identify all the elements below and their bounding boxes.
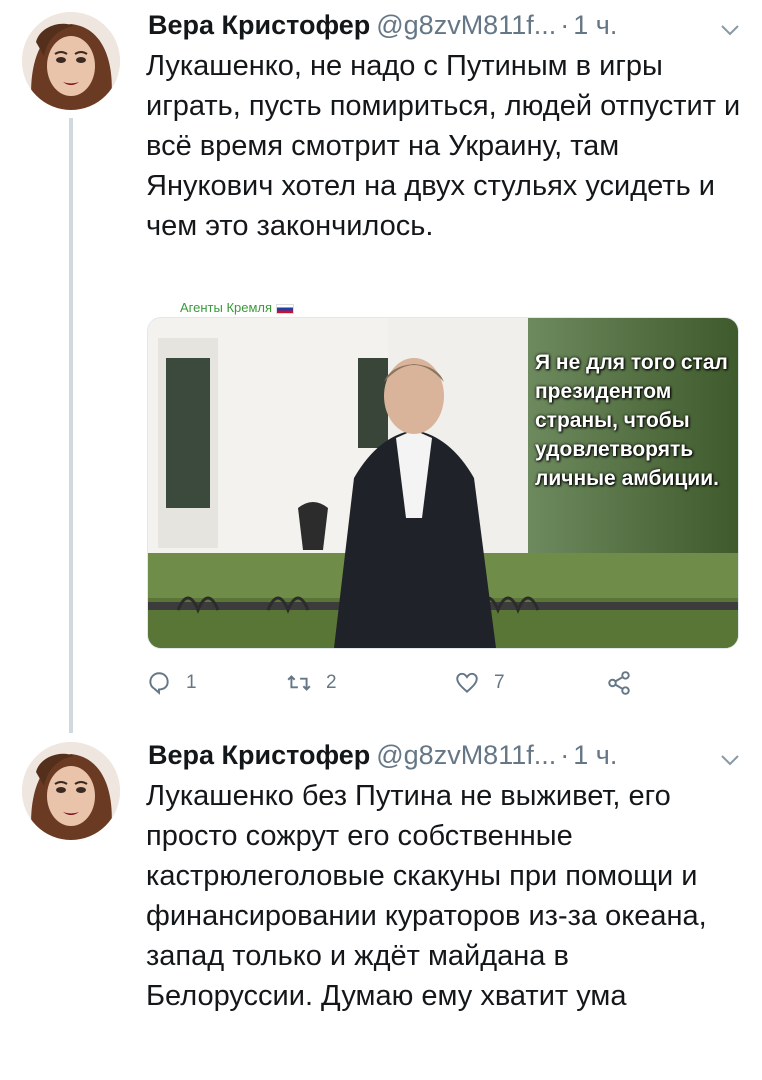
tweet-media-image[interactable]: Я не для того стал президентом страны, ч…	[147, 317, 739, 649]
tweet-header: Вера Кристофер @g8zvM811f... · 1 ч.	[148, 10, 617, 50]
retweet-button[interactable]: 2	[286, 665, 337, 701]
avatar-portrait	[22, 12, 120, 110]
separator: ·	[560, 10, 570, 40]
author-handle[interactable]: @g8zvM811f...	[376, 740, 556, 770]
flag-icon	[276, 303, 295, 314]
tweet-actions: 1 2 7	[146, 665, 646, 701]
like-count: 7	[494, 672, 505, 693]
share-button[interactable]	[606, 665, 632, 701]
author-name[interactable]: Вера Кристофер	[148, 740, 370, 770]
retweet-count: 2	[326, 672, 337, 693]
media-overlay-text: Я не для того стал президентом страны, ч…	[535, 351, 728, 490]
author-name[interactable]: Вера Кристофер	[148, 10, 370, 40]
timestamp[interactable]: 1 ч.	[573, 10, 617, 40]
reply-button[interactable]: 1	[146, 665, 197, 701]
tweet-text: Лукашенко, не надо с Путиным в игры игра…	[146, 50, 741, 242]
chevron-down-icon[interactable]	[718, 18, 744, 44]
heart-icon	[456, 672, 478, 693]
like-button[interactable]: 7	[454, 665, 505, 701]
reply-icon	[149, 672, 169, 695]
tweet-text: Лукашенко без Путина не выживет, его про…	[146, 780, 707, 1012]
avatar-portrait	[22, 742, 120, 840]
avatar[interactable]	[22, 12, 120, 110]
thread-line	[69, 118, 73, 733]
chevron-down-icon[interactable]	[718, 748, 744, 774]
author-handle[interactable]: @g8zvM811f...	[376, 10, 556, 40]
avatar[interactable]	[22, 742, 120, 840]
reply-count: 1	[186, 672, 197, 693]
media-source-label: Агенты Кремля	[180, 300, 295, 315]
tweet-header: Вера Кристофер @g8zvM811f... · 1 ч.	[148, 740, 617, 780]
retweet-icon	[287, 675, 311, 691]
tweet-2[interactable]: Вера Кристофер @g8zvM811f... · 1 ч. Лукашен…	[0, 730, 762, 1080]
separator: ·	[560, 740, 570, 770]
tweet-1[interactable]: Вера Кристофер @g8zvM811f... · 1 ч. Лукашен…	[0, 0, 762, 733]
share-icon	[608, 671, 630, 695]
timestamp[interactable]: 1 ч.	[573, 740, 617, 770]
